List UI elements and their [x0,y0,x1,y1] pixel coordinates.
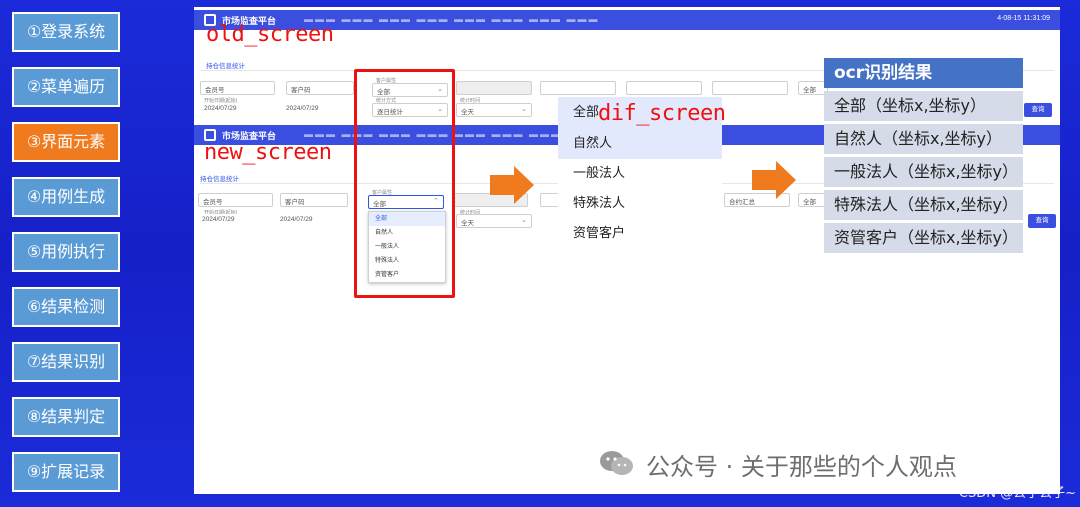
stat-period-value: 全天 [461,220,474,227]
step-login: ①登录系统 [12,12,120,52]
highlight-box [354,69,455,298]
dif-item: 资管客户 [573,226,626,241]
arrow-right-icon [752,161,796,199]
dif-item: 一般法人 [573,166,626,181]
step-case-execution: ⑤用例执行 [12,232,120,272]
ocr-results: ocr识别结果 全部（坐标x,坐标y） 自然人（坐标x,坐标y） 一般法人（坐标… [824,58,1023,253]
account-field[interactable]: 客户码 [280,193,348,207]
stat-period-value: 全天 [461,109,474,116]
ocr-item: 特殊法人（坐标x,坐标y） [824,190,1023,220]
end-date-input[interactable]: 2024/07/29 [282,103,357,117]
step-extension-record: ⑨扩展记录 [12,452,120,492]
end-date-input[interactable]: 2024/07/29 [276,214,351,228]
product-field[interactable] [540,81,616,95]
credit-text: CSDN @公子公子~ [958,486,1076,501]
chevron-down-icon: ⌄ [521,217,527,224]
contract-field[interactable] [626,81,702,95]
step-menu-traversal: ②菜单遍历 [12,67,120,107]
disabled-field [456,81,532,95]
stat-period-select[interactable]: 全天 ⌄ [456,214,532,228]
summary-field[interactable] [712,81,788,95]
dif-item: 自然人 [558,129,722,159]
watermark-text: 公众号 · 关于那些的个人观点 [646,453,957,481]
ocr-item: 全部（坐标x,坐标y） [824,91,1023,121]
dif-screen-label: dif_screen [598,101,726,126]
start-date-input[interactable]: 2024/07/29 [200,103,275,117]
old-screen-label: old_screen [206,22,334,47]
step-case-generation: ④用例生成 [12,177,120,217]
query-button[interactable]: 查询 [1024,103,1052,117]
dif-item: 特殊法人 [573,196,626,211]
main-panel: 市场监查平台 ▬▬▬ ▬▬▬ ▬▬▬ ▬▬▬ ▬▬▬ ▬▬▬ ▬▬▬ ▬▬▬ 4… [194,7,1060,494]
menu-placeholder: ▬▬▬ ▬▬▬ ▬▬▬ ▬▬▬ ▬▬▬ ▬▬▬ ▬▬▬ ▬▬▬ [304,14,600,24]
new-screen-label: new_screen [204,140,332,165]
ocr-item: 自然人（坐标x,坐标y） [824,124,1023,154]
arrow-right-icon [490,166,534,204]
ocr-item: 资管客户（坐标x,坐标y） [824,223,1023,253]
ocr-item: 一般法人（坐标x,坐标y） [824,157,1023,187]
dif-screen: 全部 自然人 一般法人 特殊法人 资管客户 dif_screen [558,97,726,261]
chevron-down-icon: ⌄ [521,106,527,113]
member-field[interactable]: 会员号 [198,193,273,207]
step-result-judgement: ⑧结果判定 [12,397,120,437]
product-field[interactable] [540,193,560,207]
step-list: ①登录系统 ②菜单遍历 ③界面元素 ④用例生成 ⑤用例执行 ⑥结果检测 ⑦结果识… [12,12,120,507]
app-clock: 4-08-15 11:31:09 [997,15,1050,22]
ocr-title: ocr识别结果 [824,58,1023,88]
start-date-input[interactable]: 2024/07/29 [198,214,273,228]
step-result-recognition: ⑦结果识别 [12,342,120,382]
query-button[interactable]: 查询 [1028,214,1056,228]
member-field[interactable]: 会员号 [200,81,275,95]
step-result-detection: ⑥结果检测 [12,287,120,327]
account-field[interactable]: 客户码 [286,81,354,95]
wechat-icon [600,451,633,475]
stat-period-select[interactable]: 全天 ⌄ [456,103,532,117]
step-ui-elements: ③界面元素 [12,122,120,162]
